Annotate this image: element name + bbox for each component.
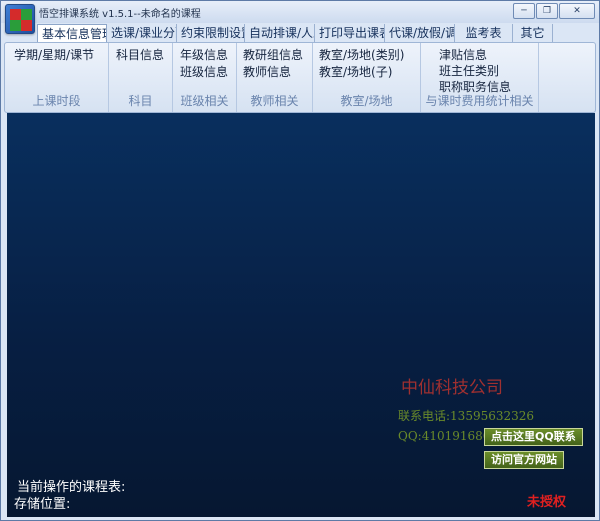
classroom-sub-button[interactable]: 教室/场地(子) xyxy=(319,63,392,80)
app-logo-icon[interactable] xyxy=(5,4,35,34)
main-workspace: 中仙科技公司 联系电话:13595632326 QQ:410191680 点击这… xyxy=(7,113,595,517)
group-class: 年级信息 班级信息 班级相关 xyxy=(173,43,237,112)
group-teacher: 教研组信息 教师信息 教师相关 xyxy=(237,43,313,112)
restore-button[interactable]: ❐ xyxy=(536,3,558,19)
contact-qq: QQ:410191680 xyxy=(398,429,491,443)
tab-basic-info[interactable]: 基本信息管理 xyxy=(37,24,107,43)
group-classroom: 教室/场地(类别) 教室/场地(子) 教室/场地 xyxy=(313,43,421,112)
head-teacher-category-button[interactable]: 班主任类别 xyxy=(439,62,499,79)
tab-substitute[interactable]: 代课/放假/调课 xyxy=(385,24,455,43)
contact-phone: 联系电话:13595632326 xyxy=(398,409,535,423)
classroom-category-button[interactable]: 教室/场地(类别) xyxy=(319,46,404,63)
group-fee-stats: 津贴信息 班主任类别 职称职务信息 与课时费用统计相关 xyxy=(421,43,539,112)
grade-info-button[interactable]: 年级信息 xyxy=(180,46,228,63)
group-label: 班级相关 xyxy=(180,94,229,108)
class-info-button[interactable]: 班级信息 xyxy=(180,63,228,80)
group-label: 上课时段 xyxy=(32,94,81,108)
window-controls: ─ ❐ ✕ xyxy=(513,3,595,19)
tab-print-export[interactable]: 打印导出课表 xyxy=(315,24,385,43)
teaching-group-info-button[interactable]: 教研组信息 xyxy=(243,46,303,63)
tab-auto-schedule[interactable]: 自动排课/人工调整 xyxy=(245,24,315,43)
semester-week-period-button[interactable]: 学期/星期/课节 xyxy=(14,46,94,63)
title-bar: 悟空排课系统 v1.5.1--未命名的课程 ─ ❐ ✕ xyxy=(1,1,599,23)
company-name: 中仙科技公司 xyxy=(401,378,503,398)
tab-invigilation[interactable]: 监考表 xyxy=(455,24,513,43)
tab-constraints[interactable]: 约束限制设置 xyxy=(177,24,245,43)
ribbon-panel: 学期/星期/课节 上课时段 科目信息 科目 年级信息 班级信息 班级相关 教研组… xyxy=(4,42,596,113)
ribbon-tabs: 基本信息管理 选课/课业分配 约束限制设置 自动排课/人工调整 打印导出课表 代… xyxy=(37,24,553,43)
qq-contact-button[interactable]: 点击这里QQ联系 xyxy=(484,428,583,446)
tab-course-selection[interactable]: 选课/课业分配 xyxy=(107,24,177,43)
tab-other[interactable]: 其它 xyxy=(513,24,553,43)
subject-info-button[interactable]: 科目信息 xyxy=(116,46,164,63)
group-class-periods: 学期/星期/课节 上课时段 xyxy=(5,43,109,112)
group-label: 教师相关 xyxy=(250,94,299,108)
minimize-button[interactable]: ─ xyxy=(513,3,535,19)
storage-location-label: 存储位置: xyxy=(14,497,71,512)
close-button[interactable]: ✕ xyxy=(559,3,595,19)
group-subject: 科目信息 科目 xyxy=(109,43,173,112)
group-label: 与课时费用统计相关 xyxy=(425,94,534,108)
app-window: 悟空排课系统 v1.5.1--未命名的课程 ─ ❐ ✕ 基本信息管理 选课/课业… xyxy=(0,0,600,521)
teacher-info-button[interactable]: 教师信息 xyxy=(243,63,291,80)
visit-website-button[interactable]: 访问官方网站 xyxy=(484,451,564,469)
window-title: 悟空排课系统 v1.5.1--未命名的课程 xyxy=(39,9,201,20)
allowance-info-button[interactable]: 津贴信息 xyxy=(439,46,487,63)
group-label: 教室/场地 xyxy=(340,94,393,108)
group-label: 科目 xyxy=(128,94,153,108)
unauthorized-badge: 未授权 xyxy=(527,495,567,510)
